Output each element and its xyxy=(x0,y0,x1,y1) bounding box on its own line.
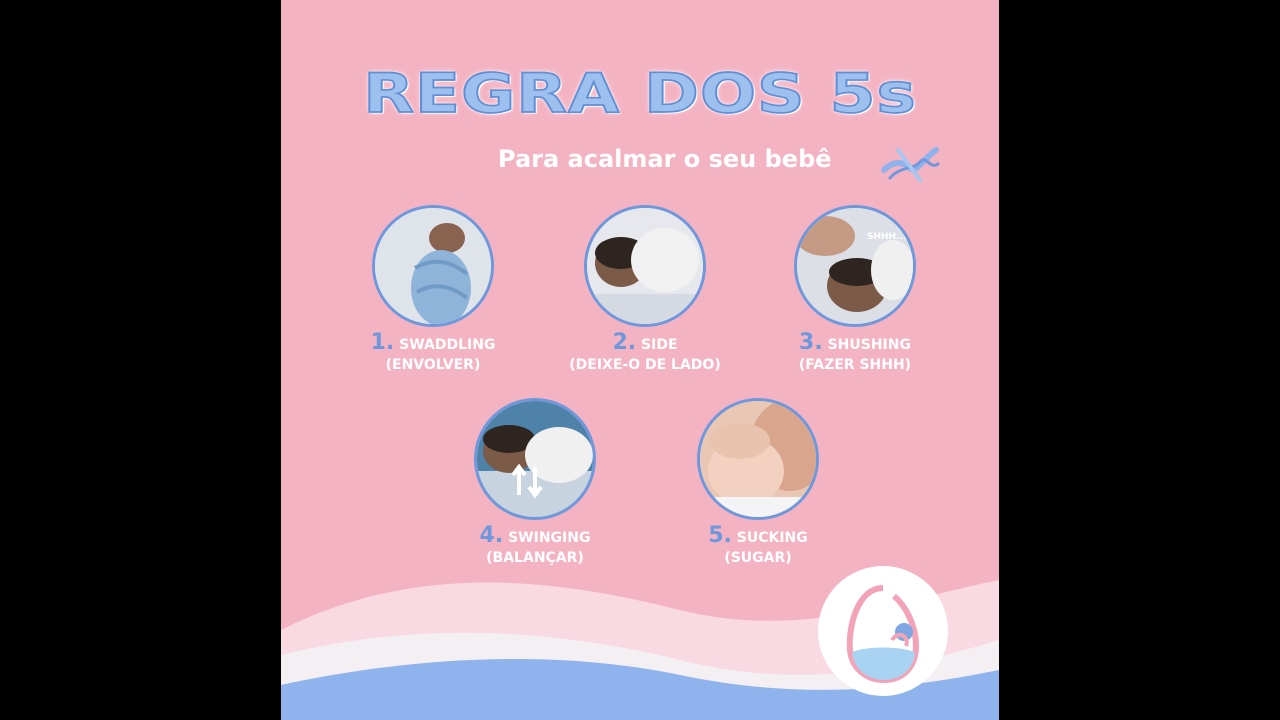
step-side: 2. SIDE (DEIXE-O DE LADO) xyxy=(525,205,765,374)
step-swinging: 4. SWINGING (BALANÇAR) xyxy=(415,398,655,567)
step-name: SUCKING xyxy=(736,530,808,546)
drop-baby-logo-icon xyxy=(818,566,948,696)
shhh-bubble: SHHH... xyxy=(867,232,907,242)
step-translation: (FAZER SHHH) xyxy=(798,357,912,373)
step-number: 1 xyxy=(370,330,386,355)
step-dot: . xyxy=(385,330,395,355)
baby-on-side-photo-icon xyxy=(584,205,706,327)
step-number: 2 xyxy=(612,330,628,355)
step-name: SWINGING xyxy=(508,530,591,546)
step-translation: (ENVOLVER) xyxy=(385,357,481,373)
step-label: 3. SHUSHING xyxy=(735,332,975,356)
step-sucking: 5. SUCKING (SUGAR) xyxy=(638,398,878,567)
step-label: 4. SWINGING xyxy=(415,525,655,549)
step-label: 2. SIDE xyxy=(525,332,765,356)
decorative-waves xyxy=(281,580,999,720)
step-translation: (DEIXE-O DE LADO) xyxy=(569,357,721,373)
step-number: 4 xyxy=(479,523,495,548)
step-dot: . xyxy=(627,330,637,355)
step-shushing: SHHH... 3. SHUSHING (FAZER SHHH) xyxy=(735,205,975,374)
step-name: SWADDLING xyxy=(399,337,496,353)
step-dot: . xyxy=(814,330,823,355)
poster-title: REGRA DOS 5s xyxy=(362,61,917,126)
swaddled-baby-photo-icon xyxy=(372,205,494,327)
step-label: 1. SWADDLING xyxy=(313,332,553,356)
step-number: 3 xyxy=(799,330,815,355)
step-dot: . xyxy=(723,523,732,548)
poster-subtitle: Para acalmar o seu bebê xyxy=(498,145,832,173)
step-label: 5. SUCKING xyxy=(638,525,878,549)
step-number: 5 xyxy=(708,523,724,548)
shushing-baby-photo-icon: SHHH... xyxy=(794,205,916,327)
step-name: SIDE xyxy=(641,337,678,353)
step-dot: . xyxy=(494,523,504,548)
scribble-icon xyxy=(881,147,940,182)
step-swaddling: 1. SWADDLING (ENVOLVER) xyxy=(313,205,553,374)
sucking-baby-photo-icon xyxy=(697,398,819,520)
step-name: SHUSHING xyxy=(827,337,911,353)
swinging-baby-photo-icon xyxy=(474,398,596,520)
